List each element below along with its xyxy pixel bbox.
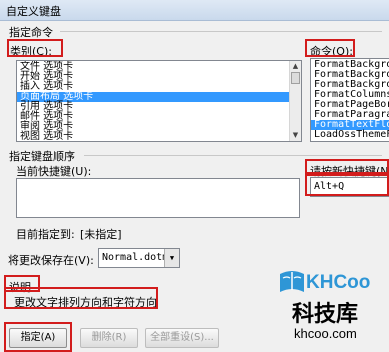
scroll-thumb[interactable] bbox=[291, 72, 300, 84]
scroll-down-icon[interactable]: ▼ bbox=[291, 131, 300, 140]
key-group-label: 指定键盘顺序 bbox=[9, 150, 75, 163]
save-changes-value: Normal.dotm bbox=[102, 252, 169, 263]
reset-all-button[interactable]: 全部重设(S)... bbox=[145, 328, 219, 348]
title-bar: 自定义键盘 bbox=[0, 0, 389, 21]
new-key-input-highlight bbox=[305, 172, 389, 196]
chevron-down-icon[interactable]: ▼ bbox=[164, 249, 179, 267]
description-text-highlight bbox=[4, 287, 158, 309]
save-changes-label: 将更改保存在(V): bbox=[8, 254, 94, 267]
command-item[interactable]: LoadOssThemeFro bbox=[311, 130, 389, 140]
key-group-divider bbox=[84, 155, 382, 156]
watermark-logo-text: KHCoo bbox=[306, 272, 371, 293]
category-item[interactable]: 视图 选项卡 bbox=[17, 132, 301, 142]
dialog-title: 自定义键盘 bbox=[6, 5, 61, 18]
commands-listbox[interactable]: FormatBackgrounFormatBackgrounFormatBack… bbox=[310, 58, 389, 142]
commands-label-highlight bbox=[305, 39, 355, 57]
watermark-name: 科技库 bbox=[292, 302, 359, 327]
categories-listbox[interactable]: 文件 选项卡 开始 选项卡 插入 选项卡 页面布局 选项卡 引用 选项卡 邮件 选项卡 审阅… bbox=[16, 60, 302, 142]
assign-button-highlight bbox=[4, 322, 72, 352]
categories-label-highlight bbox=[7, 39, 63, 57]
commands-group-label: 指定命令 bbox=[9, 26, 53, 39]
current-keys-label: 当前快捷键(U): bbox=[16, 165, 92, 178]
book-logo-icon bbox=[278, 268, 306, 294]
khcoo-watermark: KHCoo 科技库 khcoo.com bbox=[272, 268, 384, 348]
remove-button[interactable]: 删除(R) bbox=[80, 328, 138, 348]
save-changes-select[interactable]: Normal.dotm ▼ bbox=[98, 248, 180, 268]
scroll-up-icon[interactable]: ▲ bbox=[291, 62, 300, 71]
watermark-url: khcoo.com bbox=[294, 326, 357, 341]
currently-assigned-label: 目前指定到: bbox=[16, 228, 75, 241]
current-keys-list[interactable] bbox=[16, 178, 300, 218]
commands-group-divider bbox=[60, 31, 382, 32]
categories-scrollbar[interactable]: ▲ ▼ bbox=[289, 61, 301, 141]
currently-assigned-value: [未指定] bbox=[80, 228, 122, 241]
